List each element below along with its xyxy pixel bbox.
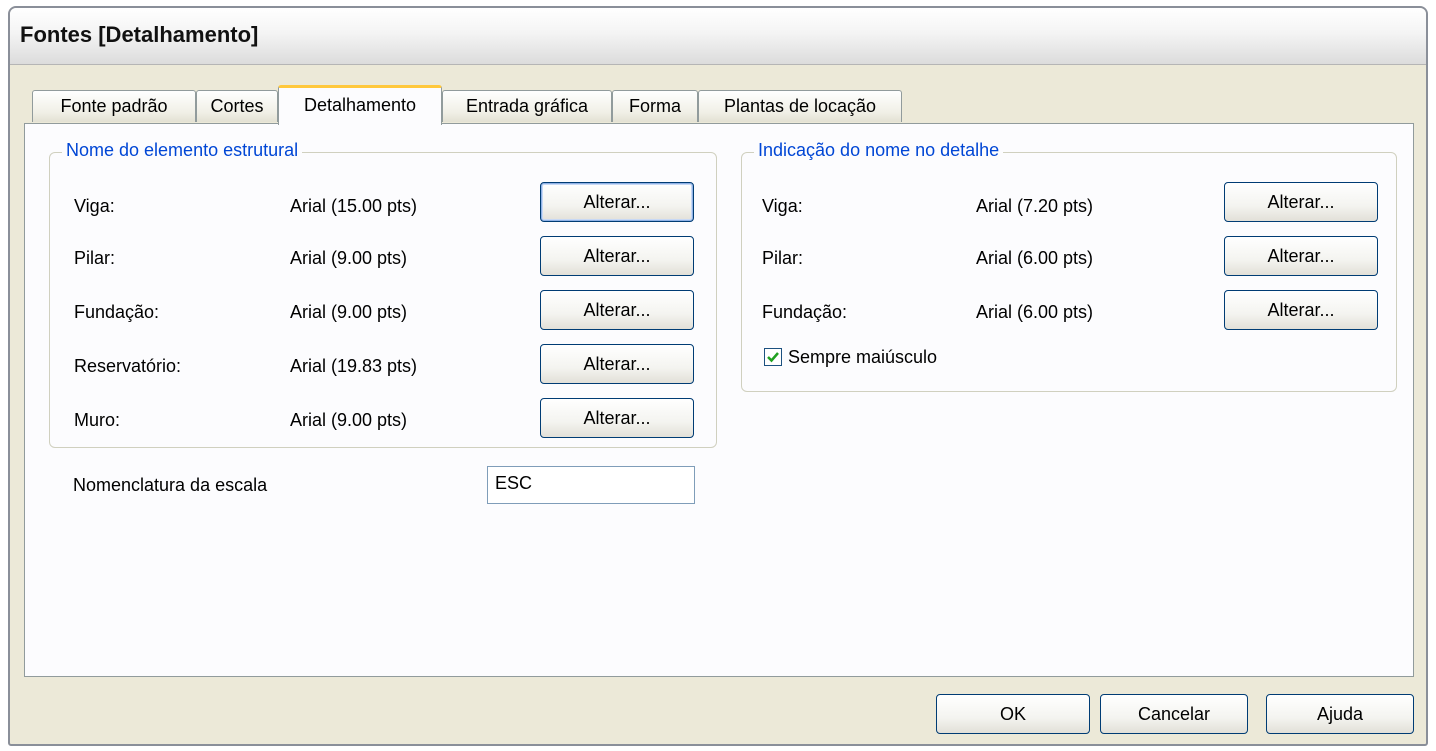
sempre-maiusculo-checkbox[interactable] [764,348,782,366]
value-reservatorio: Arial (19.83 pts) [290,356,418,376]
value-viga: Arial (15.00 pts) [290,196,418,216]
value-fundacao: Arial (9.00 pts) [290,302,408,322]
label-viga-detalhe: Viga: [762,196,803,216]
sempre-maiusculo-label[interactable]: Sempre maiúsculo [788,346,937,368]
alterar-viga-detalhe-button[interactable]: Alterar... [1224,182,1378,222]
value-fundacao-detalhe: Arial (6.00 pts) [976,302,1094,322]
alterar-fundacao-detalhe-button[interactable]: Alterar... [1224,290,1378,330]
tab-entrada-grafica[interactable]: Entrada gráfica [442,90,612,122]
label-pilar: Pilar: [74,248,116,268]
label-pilar-detalhe: Pilar: [762,248,804,268]
scale-name-field[interactable]: ESC [487,466,695,504]
label-fundacao-detalhe: Fundação: [762,302,848,322]
alterar-viga-button[interactable]: Alterar... [540,182,694,222]
tab-panel-detalhamento: Nome do elemento estrutural Viga: Arial … [24,123,1414,677]
tab-fonte-padrao[interactable]: Fonte padrão [32,90,196,122]
group-title-right: Indicação do nome no detalhe [754,140,1004,161]
value-pilar: Arial (9.00 pts) [290,248,408,268]
ok-button[interactable]: OK [936,694,1090,734]
group-nome-elemento-estrutural: Nome do elemento estrutural Viga: Arial … [49,140,717,448]
alterar-reservatorio-button[interactable]: Alterar... [540,344,694,384]
tab-plantas-de-locacao[interactable]: Plantas de locação [698,90,902,122]
label-reservatorio: Reservatório: [74,356,182,376]
group-title-left: Nome do elemento estrutural [62,140,303,161]
cancel-button[interactable]: Cancelar [1100,694,1248,734]
tab-forma[interactable]: Forma [612,90,698,122]
group-indicacao-nome-detalhe: Indicação do nome no detalhe Viga: Arial… [741,140,1397,392]
tab-cortes[interactable]: Cortes [196,90,278,122]
window-title: Fontes [Detalhamento] [20,22,259,47]
alterar-pilar-detalhe-button[interactable]: Alterar... [1224,236,1378,276]
help-button[interactable]: Ajuda [1266,694,1414,734]
value-pilar-detalhe: Arial (6.00 pts) [976,248,1094,268]
alterar-muro-button[interactable]: Alterar... [540,398,694,438]
checkmark-icon [767,352,779,363]
value-viga-detalhe: Arial (7.20 pts) [976,196,1094,216]
alterar-pilar-button[interactable]: Alterar... [540,236,694,276]
label-muro: Muro: [74,410,121,430]
title-bar[interactable]: Fontes [Detalhamento] [10,8,1426,65]
value-muro: Arial (9.00 pts) [290,410,408,430]
label-viga: Viga: [74,196,115,216]
scale-label: Nomenclatura da escala [73,475,268,495]
label-fundacao: Fundação: [74,302,160,322]
font-dialog: Fontes [Detalhamento] Fonte padrão Corte… [8,6,1428,746]
tab-detalhamento[interactable]: Detalhamento [278,85,442,125]
alterar-fundacao-button[interactable]: Alterar... [540,290,694,330]
